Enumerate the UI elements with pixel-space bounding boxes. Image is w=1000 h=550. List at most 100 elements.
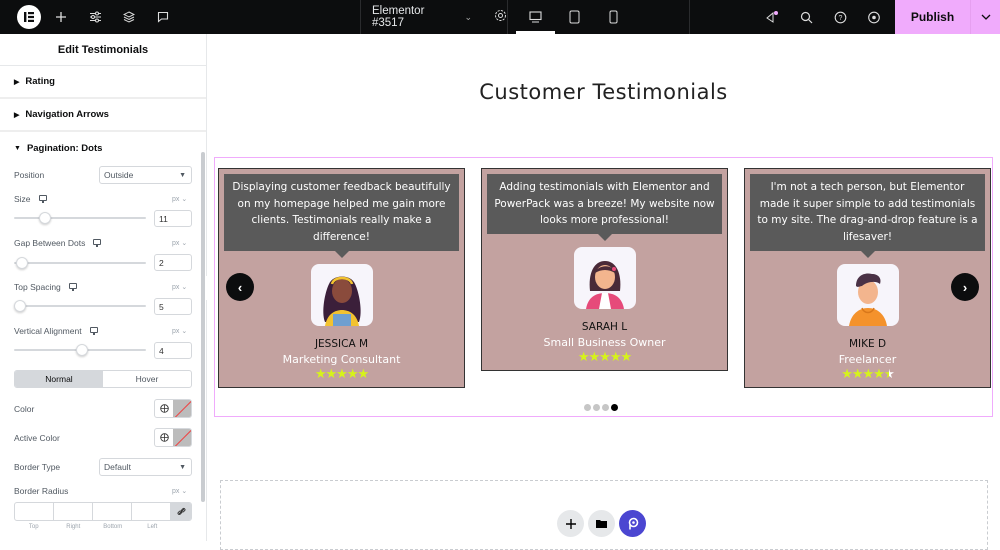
vertical-alignment-unit[interactable]: px ⌄	[172, 327, 187, 335]
top-bar: Elementor #3517 ⌄ ? Publish	[0, 0, 1000, 34]
color-swatch[interactable]	[173, 400, 191, 417]
active-color-label: Active Color	[14, 433, 60, 443]
tablet-icon[interactable]	[555, 0, 594, 34]
mobile-icon[interactable]	[594, 0, 633, 34]
structure-icon[interactable]	[112, 0, 146, 34]
testimonial-card: Adding testimonials with Elementor and P…	[481, 168, 728, 372]
next-arrow-button[interactable]: ›	[951, 273, 979, 301]
gap-slider[interactable]	[14, 262, 146, 264]
border-radius-left-input[interactable]	[132, 503, 171, 520]
global-colors-icon[interactable]	[155, 429, 173, 446]
avatar	[836, 263, 899, 326]
responsive-desktop-icon[interactable]	[89, 327, 98, 335]
avatar	[310, 263, 373, 326]
size-label: Size	[14, 194, 47, 204]
color-picker[interactable]	[154, 399, 192, 418]
position-select[interactable]: Outside ▼	[99, 166, 192, 184]
size-slider-handle[interactable]	[39, 212, 51, 224]
add-element-icon[interactable]	[44, 0, 78, 34]
testimonial-quote: I'm not a tech person, but Elementor mad…	[750, 174, 985, 258]
testimonials-widget[interactable]: Displaying customer feedback beautifully…	[214, 157, 993, 417]
publish-button[interactable]: Publish	[895, 10, 970, 24]
unit-text: px	[172, 284, 180, 291]
dim-label-left: Left	[147, 524, 158, 530]
position-label: Position	[14, 170, 45, 180]
elementor-logo-icon[interactable]	[17, 5, 41, 29]
tab-normal[interactable]: Normal	[15, 371, 103, 387]
dim-label-right: Right	[66, 524, 81, 530]
section-label: Pagination: Dots	[26, 143, 103, 154]
gap-input[interactable]: 2	[154, 254, 192, 271]
search-icon[interactable]	[789, 0, 823, 34]
active-color-picker[interactable]	[154, 428, 192, 447]
pagination-dot[interactable]	[602, 404, 609, 411]
page-heading[interactable]: Customer Testimonials	[207, 80, 1000, 104]
chevron-down-icon: ⌄	[464, 11, 472, 22]
top-spacing-slider[interactable]	[14, 305, 146, 307]
panel-scrollbar[interactable]	[201, 152, 205, 502]
pagination-dot[interactable]	[593, 404, 600, 411]
template-library-button[interactable]	[588, 510, 615, 537]
state-tabs: Normal Hover	[14, 370, 192, 388]
section-rating[interactable]: ▶ Rating	[0, 66, 206, 99]
link-values-icon[interactable]	[171, 503, 191, 520]
dim-label-top: Top	[28, 524, 39, 530]
whats-new-icon[interactable]	[755, 0, 789, 34]
border-radius-bottom-input[interactable]	[93, 503, 132, 520]
prev-arrow-button[interactable]: ‹	[226, 273, 254, 301]
powerpack-templates-button[interactable]	[619, 510, 646, 537]
rating-stars: ★★★★★★	[745, 365, 990, 387]
border-type-label: Border Type	[14, 462, 61, 472]
top-spacing-input[interactable]: 5	[154, 298, 192, 315]
rating-stars-full: ★★★★	[841, 365, 885, 381]
vertical-alignment-slider-handle[interactable]	[76, 344, 88, 356]
active-color-swatch[interactable]	[173, 429, 191, 446]
section-pagination-dots[interactable]: ▼ Pagination: Dots	[0, 132, 206, 165]
caret-right-icon: ▶	[14, 78, 20, 86]
border-type-select[interactable]: Default ▼	[99, 458, 192, 476]
top-spacing-unit[interactable]: px ⌄	[172, 283, 187, 291]
responsive-desktop-icon[interactable]	[93, 239, 102, 247]
vertical-alignment-label: Vertical Alignment	[14, 326, 98, 336]
testimonial-name: SARAH L	[581, 321, 628, 334]
rating-stars: ★★★★★	[577, 349, 632, 365]
vertical-alignment-input[interactable]: 4	[154, 342, 192, 359]
gap-slider-handle[interactable]	[16, 257, 28, 269]
global-colors-icon[interactable]	[155, 400, 173, 417]
gap-label: Gap Between Dots	[14, 238, 102, 248]
unit-text: px	[172, 488, 180, 495]
border-radius-inputs	[14, 502, 192, 521]
gap-unit[interactable]: px ⌄	[172, 239, 187, 247]
testimonial-quote: Displaying customer feedback beautifully…	[224, 174, 459, 258]
tab-hover[interactable]: Hover	[103, 371, 191, 387]
responsive-desktop-icon[interactable]	[68, 283, 77, 291]
border-radius-unit[interactable]: px ⌄	[172, 487, 187, 495]
preview-icon[interactable]	[857, 0, 891, 34]
border-radius-top-input[interactable]	[15, 503, 54, 520]
panel-title: Edit Testimonials	[0, 34, 206, 66]
size-input[interactable]: 11	[154, 210, 192, 227]
border-radius-right-input[interactable]	[54, 503, 93, 520]
vertical-alignment-label-text: Vertical Alignment	[14, 326, 82, 336]
help-icon[interactable]: ?	[823, 0, 857, 34]
testimonial-name: JESSICA M	[314, 337, 369, 350]
position-value: Outside	[104, 170, 134, 180]
desktop-icon[interactable]	[516, 0, 555, 34]
gap-label-text: Gap Between Dots	[14, 238, 86, 248]
comments-icon[interactable]	[146, 0, 180, 34]
document-title[interactable]: Elementor #3517 ⌄	[360, 0, 507, 34]
pagination-dot-active[interactable]	[611, 404, 618, 411]
site-settings-icon[interactable]	[78, 0, 112, 34]
section-navigation-arrows[interactable]: ▶ Navigation Arrows	[0, 99, 206, 132]
publish-options-chevron-icon[interactable]	[970, 0, 1000, 34]
border-type-value: Default	[104, 462, 131, 472]
size-unit[interactable]: px ⌄	[172, 195, 187, 203]
top-spacing-slider-handle[interactable]	[14, 300, 26, 312]
add-section-button[interactable]	[557, 510, 584, 537]
size-slider[interactable]	[14, 217, 146, 219]
pagination-dots	[584, 404, 618, 411]
pagination-dot[interactable]	[584, 404, 591, 411]
responsive-desktop-icon[interactable]	[38, 195, 47, 203]
testimonial-role: Small Business Owner	[543, 336, 666, 350]
page-settings-icon[interactable]	[494, 9, 507, 25]
